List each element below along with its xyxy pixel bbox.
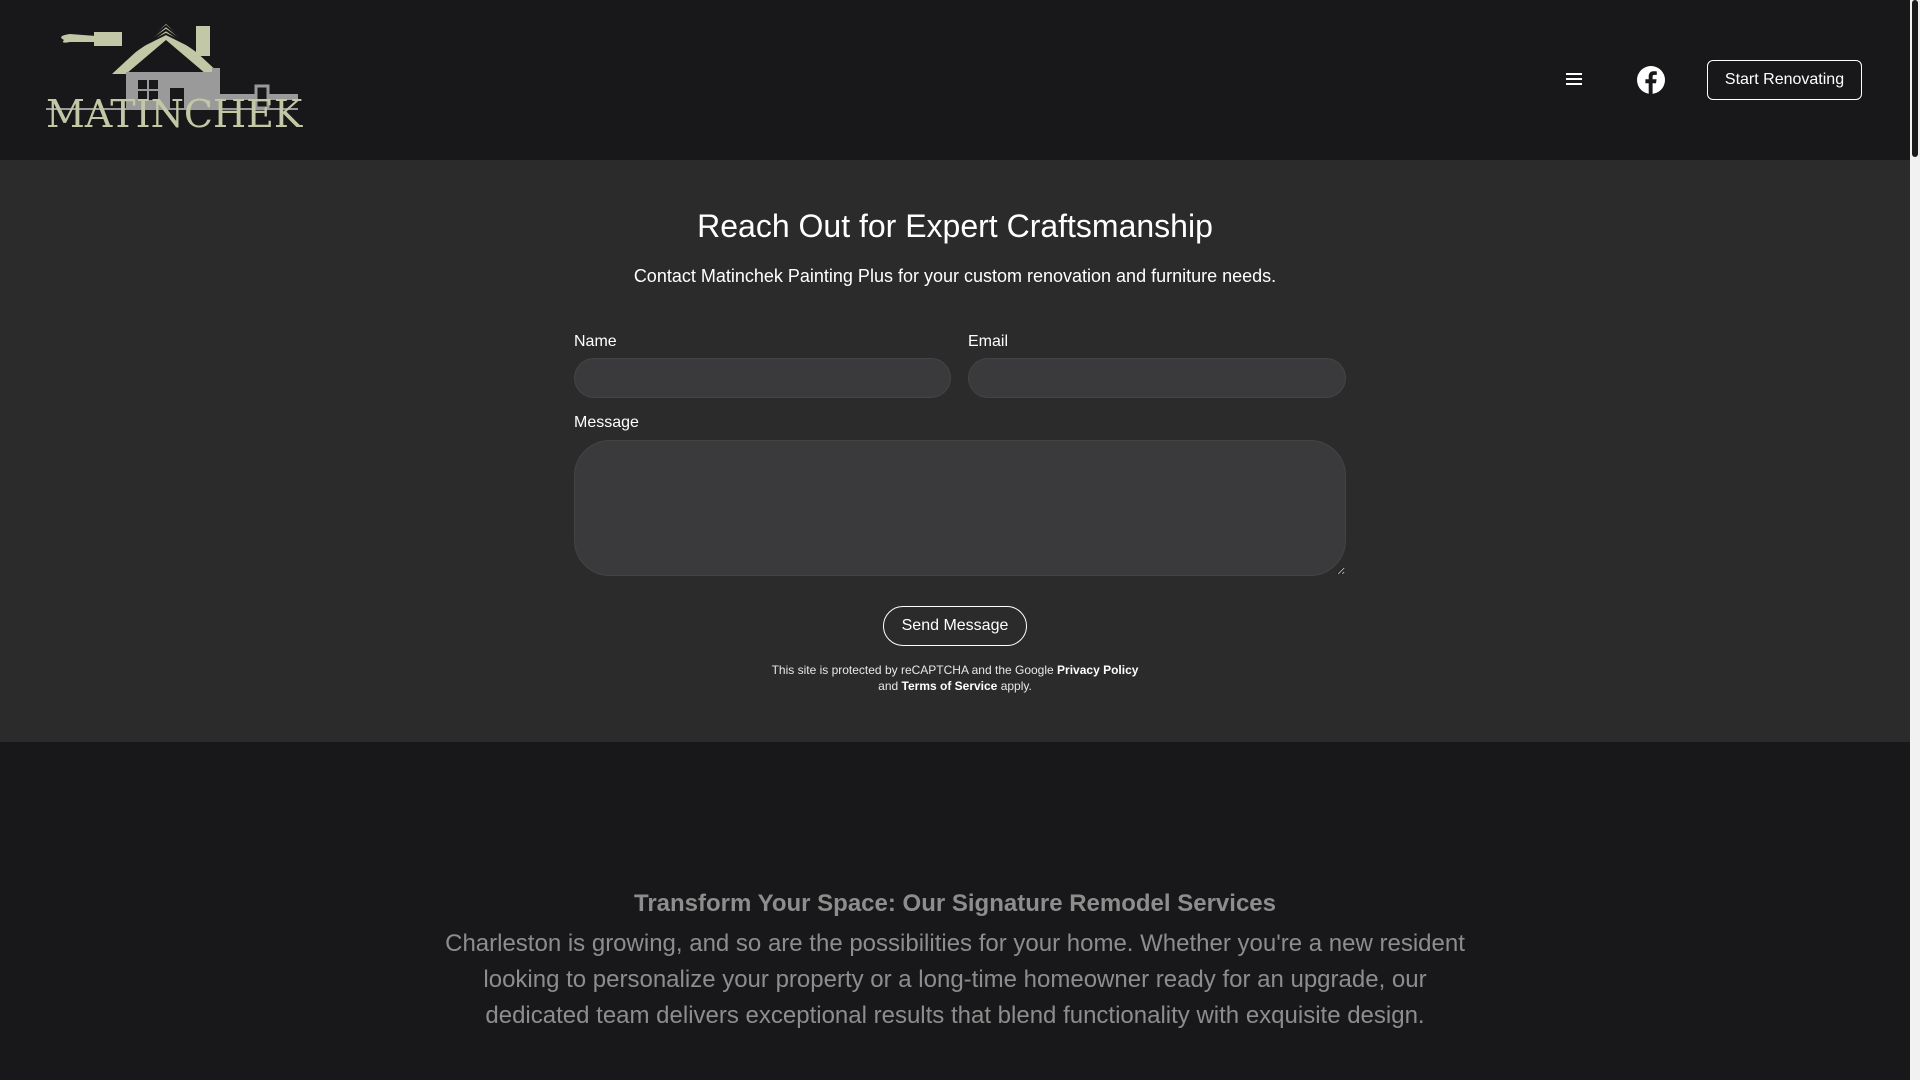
terms-of-service-link[interactable]: Terms of Service <box>902 679 998 693</box>
send-message-button[interactable]: Send Message <box>883 606 1027 646</box>
site-logo[interactable]: MATINCHEK <box>46 22 303 138</box>
name-label: Name <box>574 333 617 350</box>
name-field[interactable] <box>574 358 951 398</box>
menu-icon[interactable] <box>1564 70 1584 90</box>
contact-subtitle: Contact Matinchek Painting Plus for your… <box>633 266 1277 286</box>
page-scrollbar[interactable] <box>1910 0 1920 1080</box>
services-section: Transform Your Space: Our Signature Remo… <box>0 742 1910 1080</box>
services-title: Transform Your Space: Our Signature Remo… <box>634 890 1276 917</box>
start-renovating-button[interactable]: Start Renovating <box>1707 60 1862 100</box>
scrollbar-thumb[interactable] <box>1912 0 1918 157</box>
legal-suffix: apply. <box>1000 679 1032 693</box>
email-label: Email <box>968 333 1009 350</box>
site-header: MATINCHEK Start Renovating <box>0 0 1910 160</box>
page: MATINCHEK Start Renovating Reach Out for… <box>0 0 1910 1080</box>
message-label: Message <box>574 414 639 431</box>
email-field[interactable] <box>968 358 1346 398</box>
message-field[interactable] <box>574 440 1346 576</box>
legal-and: and <box>878 679 899 693</box>
logo-wordmark: MATINCHEK <box>46 92 303 136</box>
recaptcha-notice: This site is protected by reCAPTCHA and … <box>0 662 1910 694</box>
legal-prefix: This site is protected by reCAPTCHA and … <box>771 663 1054 677</box>
privacy-policy-link[interactable]: Privacy Policy <box>1057 663 1138 677</box>
facebook-icon[interactable] <box>1637 66 1665 94</box>
contact-section: Reach Out for Expert Craftsmanship Conta… <box>0 160 1910 742</box>
contact-title: Reach Out for Expert Craftsmanship <box>697 208 1213 244</box>
services-description: Charleston is growing, and so are the po… <box>445 930 1465 1029</box>
